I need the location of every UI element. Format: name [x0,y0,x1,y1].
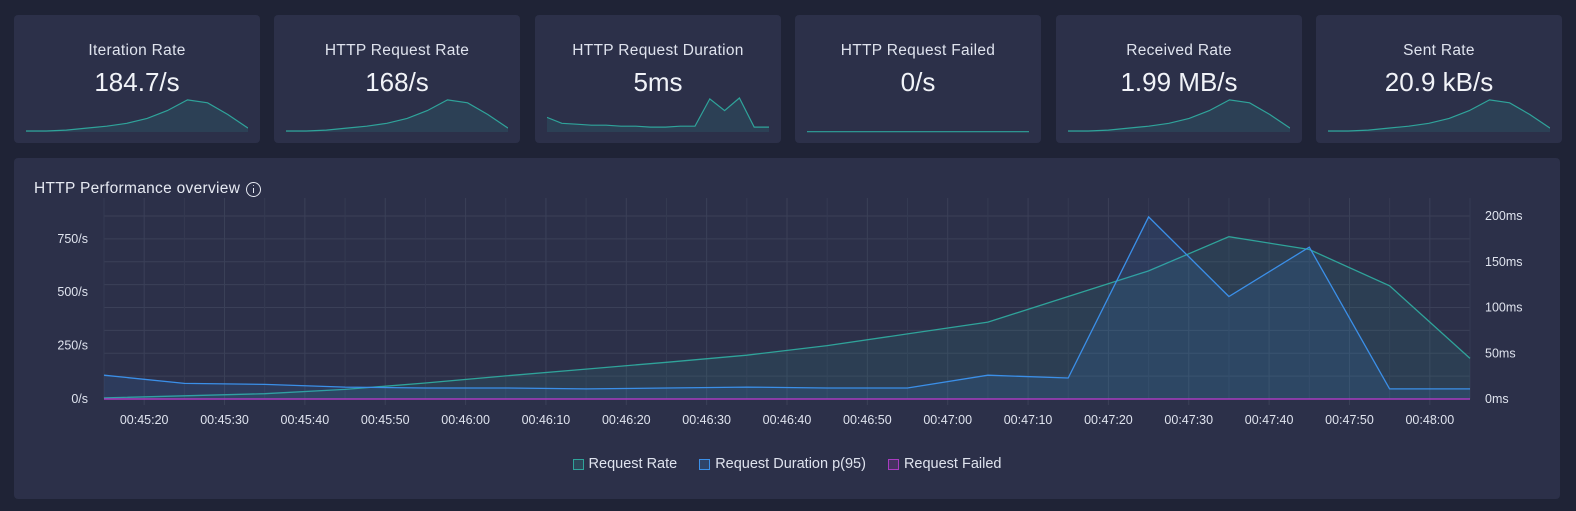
card-http-request-rate: HTTP Request Rate 168/s [274,15,520,143]
card-iteration-rate: Iteration Rate 184.7/s [14,15,260,143]
legend-swatch [887,458,899,470]
y-left-tick-label: 250/s [57,339,88,353]
y-right-tick-label: 50ms [1485,346,1516,360]
sparkline-area [26,99,248,132]
x-tick-label: 00:47:50 [1325,413,1374,427]
x-tick-label: 00:45:20 [120,413,169,427]
x-tick-label: 00:46:40 [763,413,812,427]
http-performance-panel: 00:45:20 00:45:30 00:45:40 00:45:50 00:46:00… [14,158,1560,499]
stat-cards: Iteration Rate 184.7/s HTTP Request Rate… [14,15,1564,143]
sparkline [286,99,508,132]
x-tick-label: 00:47:00 [923,413,972,427]
card-sent-rate: Sent Rate 20.9 kB/s [1316,15,1562,143]
sparkline [26,99,248,132]
x-tick-label: 00:47:10 [1004,413,1053,427]
sparkline [1068,99,1290,132]
x-tick-label: 00:47:40 [1245,413,1294,427]
card-value: 168/s [365,67,429,97]
legend-swatch [699,458,711,470]
card-value: 5ms [633,67,683,97]
y-left-tick-label: 0/s [71,392,88,406]
sparkline-area [1068,99,1290,132]
legend-swatch [572,458,584,470]
x-tick-label: 00:45:50 [361,413,410,427]
x-tick-label: 00:46:30 [682,413,731,427]
x-tick-label: 00:46:50 [843,413,892,427]
y-right-tick-label: 0ms [1485,392,1509,406]
sparkline-area [1328,99,1550,132]
x-tick-label: 00:46:10 [522,413,571,427]
x-tick-label: 00:47:20 [1084,413,1133,427]
panel-title: HTTP Performance overview [34,180,241,197]
y-right-tick-label: 200ms [1485,209,1523,223]
card-http-request-failed: HTTP Request Failed 0/s [795,15,1041,143]
sparkline [807,131,1029,133]
card-value: 0/s [900,67,936,97]
y-right-tick-label: 100ms [1485,301,1523,315]
panel-header: HTTP Performance overview [34,180,262,198]
card-title: HTTP Request Failed [840,42,996,59]
card-value: 184.7/s [94,67,180,97]
card-title: HTTP Request Rate [324,42,470,59]
legend-label: Request Failed [903,456,1002,472]
y-left-tick-label: 500/s [57,285,88,299]
x-tick-label: 00:47:30 [1164,413,1213,427]
y-right-tick-label: 150ms [1485,255,1523,269]
card-title: Received Rate [1126,42,1232,59]
card-http-request-duration: HTTP Request Duration 5ms [535,15,781,143]
card-value: 20.9 kB/s [1384,67,1494,97]
http-performance-chart: 00:45:20 00:45:30 00:45:40 00:45:50 00:46:00… [57,198,1523,427]
legend-item[interactable]: Request Failed [887,456,1002,472]
x-tick-label: 00:45:40 [281,413,330,427]
card-title: Iteration Rate [88,42,186,59]
x-tick-label: 00:48:00 [1405,413,1454,427]
card-title: HTTP Request Duration [572,42,744,59]
y-left-tick-label: 750/s [57,232,88,246]
card-value: 1.99 MB/s [1120,67,1238,97]
legend-item[interactable]: Request Duration p(95) [699,456,866,472]
card-title: Sent Rate [1403,42,1475,59]
x-tick-label: 00:45:30 [200,413,249,427]
x-tick-label: 00:46:20 [602,413,651,427]
legend-label: Request Rate [588,456,678,472]
info-icon[interactable] [246,181,262,197]
legend-label: Request Duration p(95) [715,456,866,472]
x-tick-label: 00:46:00 [441,413,490,427]
sparkline [547,97,769,132]
card-received-rate: Received Rate 1.99 MB/s [1056,15,1302,143]
chart-legend: Request Rate Request Duration p(95) Reques… [14,456,1560,472]
sparkline-area [286,99,508,132]
legend-item[interactable]: Request Rate [572,456,678,472]
sparkline [1328,99,1550,132]
